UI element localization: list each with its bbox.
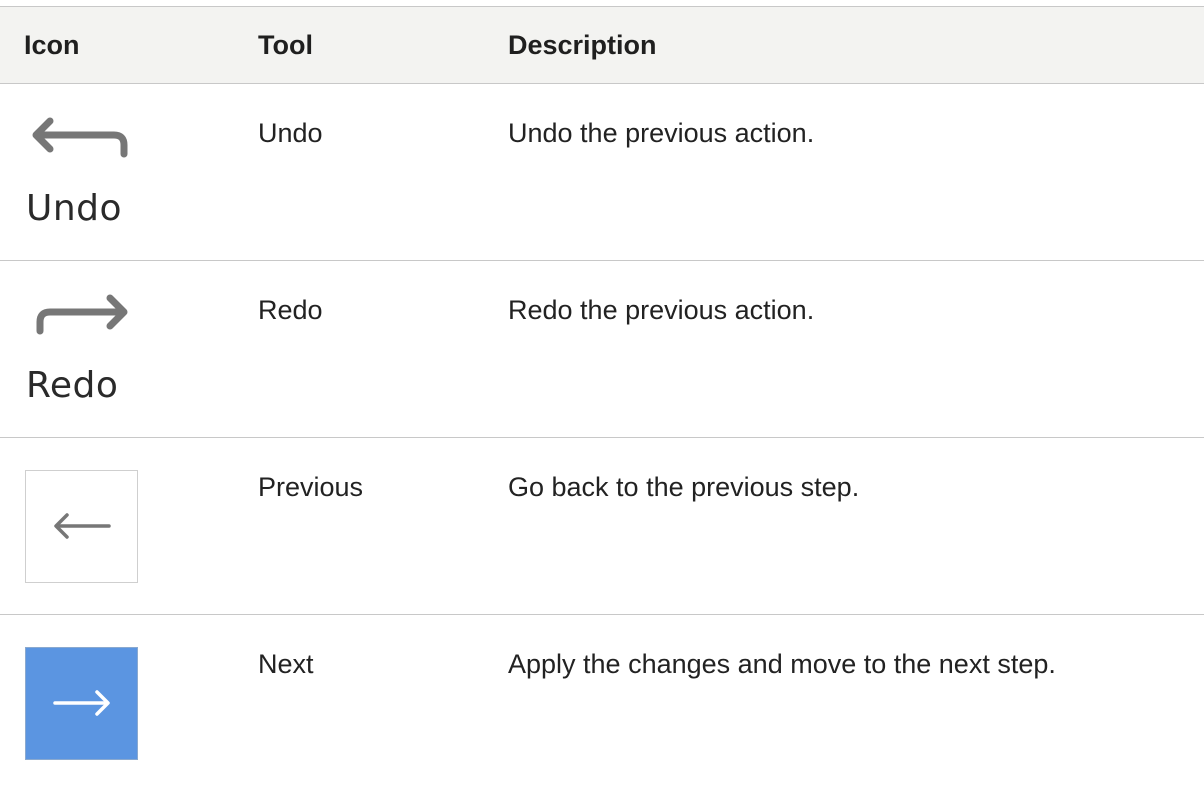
tool-description: Apply the changes and move to the next s… — [508, 649, 1056, 679]
tools-table: Icon Tool Description Undo Undo Undo the… — [0, 6, 1204, 792]
undo-icon — [32, 117, 128, 158]
tool-name: Redo — [258, 295, 323, 325]
redo-icon — [36, 294, 128, 335]
tool-name: Undo — [258, 118, 323, 148]
tool-description: Go back to the previous step. — [508, 472, 860, 502]
redo-icon-caption: Redo — [26, 365, 119, 406]
next-button[interactable] — [25, 647, 138, 760]
tool-description: Undo the previous action. — [508, 118, 815, 148]
undo-icon-caption: Undo — [26, 188, 123, 229]
arrow-right-icon — [53, 690, 110, 716]
icon-cell — [0, 615, 258, 792]
arrow-left-icon — [54, 513, 111, 539]
table-header: Icon Tool Description — [0, 6, 1204, 84]
tool-name: Previous — [258, 472, 364, 502]
table-row: Redo Redo Redo the previous action. — [0, 261, 1204, 438]
table-row: Undo Undo Undo the previous action. — [0, 84, 1204, 261]
icon-cell: Undo — [0, 84, 258, 260]
tool-description: Redo the previous action. — [508, 295, 815, 325]
header-description: Description — [508, 29, 657, 60]
table-row: Next Apply the changes and move to the n… — [0, 615, 1204, 792]
redo-button[interactable]: Redo — [24, 287, 144, 407]
previous-button[interactable] — [25, 470, 138, 583]
tool-name: Next — [258, 649, 314, 679]
undo-button[interactable]: Undo — [24, 110, 144, 230]
header-tool: Tool — [258, 29, 313, 60]
icon-cell — [0, 438, 258, 614]
icon-cell: Redo — [0, 261, 258, 437]
header-icon: Icon — [24, 29, 80, 60]
table-row: Previous Go back to the previous step. — [0, 438, 1204, 615]
